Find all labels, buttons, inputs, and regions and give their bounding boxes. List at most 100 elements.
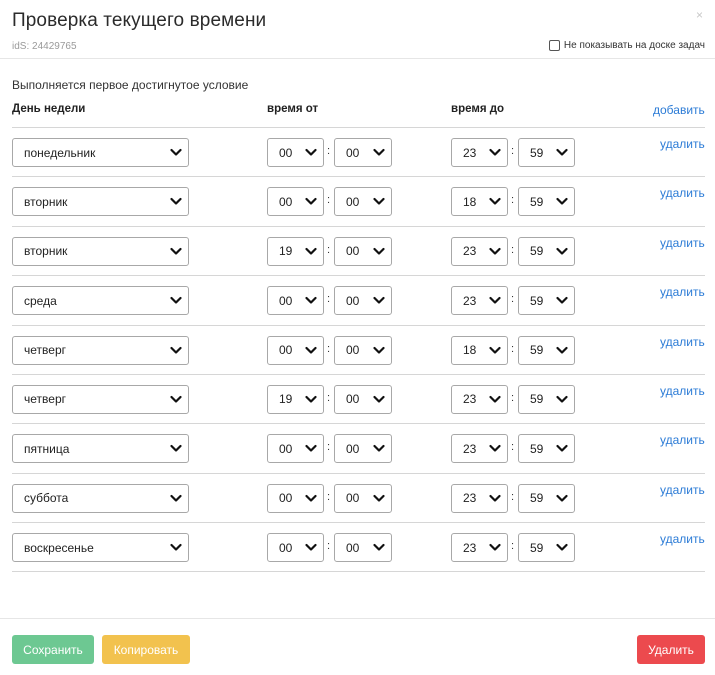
day-select[interactable]: вторник — [12, 236, 189, 266]
from-minute-select[interactable]: 00 — [334, 434, 392, 464]
from-hour-select[interactable]: 00 — [267, 335, 324, 365]
chevron-down-icon — [489, 297, 501, 304]
to-hour-value: 23 — [463, 441, 477, 456]
time-separator: : — [327, 490, 331, 503]
schedule-row: пятница 00: 00 23: 59 удалить — [12, 423, 705, 472]
from-minute-select[interactable]: 00 — [334, 236, 392, 266]
delete-row-link[interactable]: удалить — [660, 483, 705, 497]
from-hour-select[interactable]: 00 — [267, 434, 324, 464]
from-hour-select[interactable]: 19 — [267, 384, 324, 414]
day-select[interactable]: понедельник — [12, 138, 189, 167]
to-minute-select[interactable]: 59 — [518, 483, 575, 513]
from-hour-value: 00 — [279, 491, 293, 506]
delete-button[interactable]: Удалить — [637, 635, 705, 664]
from-minute-value: 00 — [346, 244, 360, 259]
from-hour-select[interactable]: 00 — [267, 286, 324, 316]
to-hour-select[interactable]: 18 — [451, 335, 508, 365]
to-hour-select[interactable]: 23 — [451, 434, 508, 464]
delete-row-link[interactable]: удалить — [660, 532, 705, 546]
delete-row-link[interactable]: удалить — [660, 384, 705, 398]
hide-on-board-checkbox[interactable] — [548, 40, 560, 51]
from-hour-select[interactable]: 19 — [267, 236, 324, 266]
chevron-down-icon — [373, 247, 385, 255]
chevron-down-icon — [373, 544, 385, 551]
chevron-down-icon — [373, 395, 385, 403]
from-hour-select[interactable]: 00 — [267, 187, 324, 217]
chevron-down-icon — [305, 297, 317, 304]
chevron-down-icon — [305, 198, 317, 205]
to-hour-select[interactable]: 23 — [451, 236, 508, 266]
chevron-down-icon — [489, 544, 501, 551]
to-hour-select[interactable]: 23 — [451, 483, 508, 513]
from-hour-value: 00 — [279, 194, 293, 209]
to-minute-value: 59 — [530, 540, 544, 555]
day-select[interactable]: пятница — [12, 434, 189, 464]
from-hour-select[interactable]: 00 — [267, 483, 324, 513]
to-minute-value: 59 — [530, 491, 544, 506]
to-minute-select[interactable]: 59 — [518, 533, 575, 563]
chevron-down-icon — [305, 148, 317, 156]
from-minute-select[interactable]: 00 — [334, 533, 392, 563]
hide-on-board-toggle[interactable]: Не показывать на доске задач — [548, 40, 705, 51]
chevron-down-icon — [489, 494, 501, 502]
day-select[interactable]: вторник — [12, 187, 189, 217]
schedule-row: вторник 19: 00 23: 59 удалить — [12, 225, 705, 275]
delete-row-link[interactable]: удалить — [660, 137, 705, 151]
to-hour-value: 23 — [463, 244, 477, 259]
chevron-down-icon — [556, 494, 568, 502]
to-minute-select[interactable]: 59 — [518, 187, 575, 217]
from-minute-select[interactable]: 00 — [334, 187, 392, 217]
time-check-dialog: Проверка текущего времени × idS: 2442976… — [0, 0, 715, 675]
from-minute-select[interactable]: 00 — [334, 335, 392, 365]
from-minute-value: 00 — [346, 293, 360, 308]
to-hour-select[interactable]: 23 — [451, 384, 508, 414]
from-minute-select[interactable]: 00 — [334, 483, 392, 513]
day-select[interactable]: воскресенье — [12, 533, 189, 563]
day-select[interactable]: суббота — [12, 483, 189, 513]
chevron-down-icon — [556, 445, 568, 452]
to-minute-select[interactable]: 59 — [518, 434, 575, 464]
to-minute-select[interactable]: 59 — [518, 138, 575, 167]
delete-row-link[interactable]: удалить — [660, 335, 705, 349]
header-divider — [0, 58, 715, 59]
from-minute-select[interactable]: 00 — [334, 138, 392, 167]
chevron-down-icon — [373, 148, 385, 156]
to-hour-select[interactable]: 23 — [451, 533, 508, 563]
add-condition-link[interactable]: добавить — [653, 103, 705, 117]
day-select[interactable]: четверг — [12, 335, 189, 365]
chevron-down-icon — [170, 247, 182, 255]
from-hour-select[interactable]: 00 — [267, 533, 324, 563]
chevron-down-icon — [373, 198, 385, 205]
copy-button[interactable]: Копировать — [102, 635, 190, 664]
condition-note: Выполняется первое достигнутое условие — [12, 78, 249, 92]
day-select-value: пятница — [24, 441, 70, 456]
save-button[interactable]: Сохранить — [12, 635, 94, 664]
chevron-down-icon — [170, 395, 182, 403]
to-hour-select[interactable]: 18 — [451, 187, 508, 217]
day-select[interactable]: четверг — [12, 384, 189, 414]
to-minute-select[interactable]: 59 — [518, 335, 575, 365]
from-hour-select[interactable]: 00 — [267, 138, 324, 167]
day-select[interactable]: среда — [12, 286, 189, 316]
delete-row-link[interactable]: удалить — [660, 186, 705, 200]
to-minute-select[interactable]: 59 — [518, 286, 575, 316]
close-icon[interactable]: × — [696, 8, 703, 22]
delete-row-link[interactable]: удалить — [660, 285, 705, 299]
to-hour-value: 23 — [463, 293, 477, 308]
time-separator: : — [327, 145, 331, 157]
from-minute-select[interactable]: 00 — [334, 286, 392, 316]
to-minute-select[interactable]: 59 — [518, 236, 575, 266]
to-hour-select[interactable]: 23 — [451, 286, 508, 316]
to-minute-select[interactable]: 59 — [518, 384, 575, 414]
to-hour-select[interactable]: 23 — [451, 138, 508, 167]
delete-row-link[interactable]: удалить — [660, 236, 705, 250]
time-separator: : — [511, 540, 515, 553]
to-hour-value: 23 — [463, 540, 477, 555]
from-minute-select[interactable]: 00 — [334, 384, 392, 414]
chevron-down-icon — [305, 346, 317, 354]
chevron-down-icon — [373, 297, 385, 304]
schedule-row: четверг 00: 00 18: 59 удалить — [12, 324, 705, 374]
chevron-down-icon — [170, 494, 182, 502]
delete-row-link[interactable]: удалить — [660, 433, 705, 447]
to-minute-value: 59 — [530, 194, 544, 209]
